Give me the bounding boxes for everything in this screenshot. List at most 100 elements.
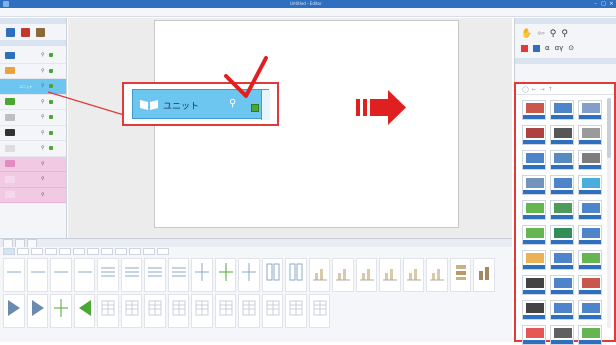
- pin-icon[interactable]: ⚲: [229, 98, 236, 109]
- shape-list-item[interactable]: ⚲: [0, 48, 66, 64]
- part-tile[interactable]: [355, 258, 377, 292]
- close-button[interactable]: ×: [608, 1, 615, 7]
- part-tile[interactable]: [73, 258, 95, 292]
- catalog-scrollbar[interactable]: [607, 98, 611, 328]
- pin-icon[interactable]: ⚲: [41, 83, 45, 89]
- part-tile[interactable]: [308, 258, 330, 292]
- part-tile[interactable]: [261, 258, 283, 292]
- filter-button[interactable]: [87, 248, 99, 255]
- catalog-item[interactable]: [550, 275, 574, 295]
- catalog-item[interactable]: [522, 300, 546, 320]
- filter-button[interactable]: [3, 248, 15, 255]
- part-tile[interactable]: [261, 294, 283, 328]
- part-tile[interactable]: [120, 258, 142, 292]
- shape-list-item[interactable]: ⚲: [0, 172, 66, 188]
- export-icon[interactable]: [21, 27, 30, 37]
- shape-list-item[interactable]: ⚲: [0, 156, 66, 172]
- catalog-item[interactable]: [522, 250, 546, 270]
- catalog-item[interactable]: [578, 175, 602, 195]
- pin-icon[interactable]: ⚲: [41, 130, 45, 136]
- catalog-item[interactable]: [522, 275, 546, 295]
- pin-icon[interactable]: ⚲: [41, 114, 45, 120]
- catalog-item[interactable]: [578, 250, 602, 270]
- filter-button[interactable]: [31, 248, 43, 255]
- gamma-tool-icon[interactable]: ɑγ: [555, 42, 564, 54]
- shape-list-item[interactable]: ⚲: [0, 110, 66, 126]
- filter-button[interactable]: [101, 248, 113, 255]
- catalog-item[interactable]: [578, 100, 602, 120]
- part-tile[interactable]: [3, 258, 25, 292]
- filter-button[interactable]: [115, 248, 127, 255]
- shape-list-item[interactable]: ⚲: [0, 126, 66, 141]
- part-tile[interactable]: [167, 294, 189, 328]
- filter-button[interactable]: [45, 248, 57, 255]
- shape-list-item[interactable]: ⚲: [0, 64, 66, 79]
- pin-tool-icon[interactable]: ⚲: [550, 28, 557, 40]
- shape-list-item[interactable]: ⚲: [0, 95, 66, 110]
- filter-button[interactable]: [73, 248, 85, 255]
- visibility-toggle-icon[interactable]: [48, 130, 53, 135]
- visibility-toggle-icon[interactable]: [48, 115, 53, 120]
- pin-icon[interactable]: ⚲: [41, 68, 45, 74]
- part-tile[interactable]: [402, 258, 424, 292]
- catalog-item[interactable]: [550, 100, 574, 120]
- shape-list-item[interactable]: ⚲: [0, 187, 66, 203]
- alpha-tool-icon[interactable]: α: [545, 42, 550, 54]
- filter-button[interactable]: [143, 248, 155, 255]
- part-tile[interactable]: [285, 294, 307, 328]
- scrollbar-thumb[interactable]: [607, 98, 611, 158]
- target-tool-icon[interactable]: ⊙: [568, 42, 574, 54]
- part-tile[interactable]: [238, 294, 260, 328]
- catalog-item[interactable]: [522, 150, 546, 170]
- catalog-item[interactable]: [550, 175, 574, 195]
- catalog-item[interactable]: [578, 200, 602, 220]
- minimize-button[interactable]: –: [592, 1, 599, 7]
- tab-other[interactable]: [27, 239, 37, 247]
- filter-button[interactable]: [129, 248, 141, 255]
- forward-arrow-icon[interactable]: →: [540, 86, 545, 93]
- pin-icon[interactable]: ⚲: [41, 176, 45, 182]
- catalog-item[interactable]: [522, 125, 546, 145]
- part-tile[interactable]: [144, 258, 166, 292]
- part-tile[interactable]: [214, 258, 236, 292]
- catalog-item[interactable]: [578, 150, 602, 170]
- catalog-item[interactable]: [522, 200, 546, 220]
- catalog-item[interactable]: [550, 300, 574, 320]
- catalog-item[interactable]: [550, 325, 574, 345]
- red-square-icon[interactable]: [521, 44, 528, 52]
- part-tile[interactable]: [3, 294, 25, 328]
- catalog-item[interactable]: [550, 150, 574, 170]
- part-tile[interactable]: [167, 258, 189, 292]
- visibility-toggle-icon[interactable]: [48, 53, 53, 58]
- tab-templates[interactable]: [15, 239, 25, 247]
- catalog-item[interactable]: [522, 325, 546, 345]
- part-tile[interactable]: [50, 294, 72, 328]
- shape-list-item[interactable]: ユニット ⚲: [0, 79, 66, 95]
- catalog-item[interactable]: [550, 225, 574, 245]
- pin-icon[interactable]: ⚲: [41, 52, 45, 58]
- back-tool-icon[interactable]: ⇦: [537, 28, 545, 40]
- part-tile[interactable]: [285, 258, 307, 292]
- catalog-item[interactable]: [550, 200, 574, 220]
- pin-icon[interactable]: ⚲: [41, 99, 45, 105]
- canvas-area[interactable]: [68, 18, 512, 238]
- home-icon[interactable]: ◯: [522, 86, 529, 93]
- part-tile[interactable]: [449, 258, 471, 292]
- filter-button[interactable]: [59, 248, 71, 255]
- up-arrow-icon[interactable]: ↑: [548, 86, 553, 93]
- part-tile[interactable]: [191, 258, 213, 292]
- pin-icon[interactable]: ⚲: [41, 192, 45, 198]
- part-tile[interactable]: [308, 294, 330, 328]
- color-square-icon[interactable]: [251, 104, 259, 112]
- shape-list-item[interactable]: ⚲: [0, 141, 66, 157]
- visibility-toggle-icon[interactable]: [48, 84, 53, 89]
- catalog-item[interactable]: [578, 300, 602, 320]
- visibility-toggle-icon[interactable]: [48, 68, 53, 73]
- pin-icon[interactable]: ⚲: [41, 145, 45, 151]
- catalog-item[interactable]: [550, 125, 574, 145]
- pin-tool-alt-icon[interactable]: ⚲: [561, 28, 568, 40]
- tab-parts[interactable]: [3, 239, 13, 247]
- part-tile[interactable]: [50, 258, 72, 292]
- part-tile[interactable]: [332, 258, 354, 292]
- catalog-item[interactable]: [522, 100, 546, 120]
